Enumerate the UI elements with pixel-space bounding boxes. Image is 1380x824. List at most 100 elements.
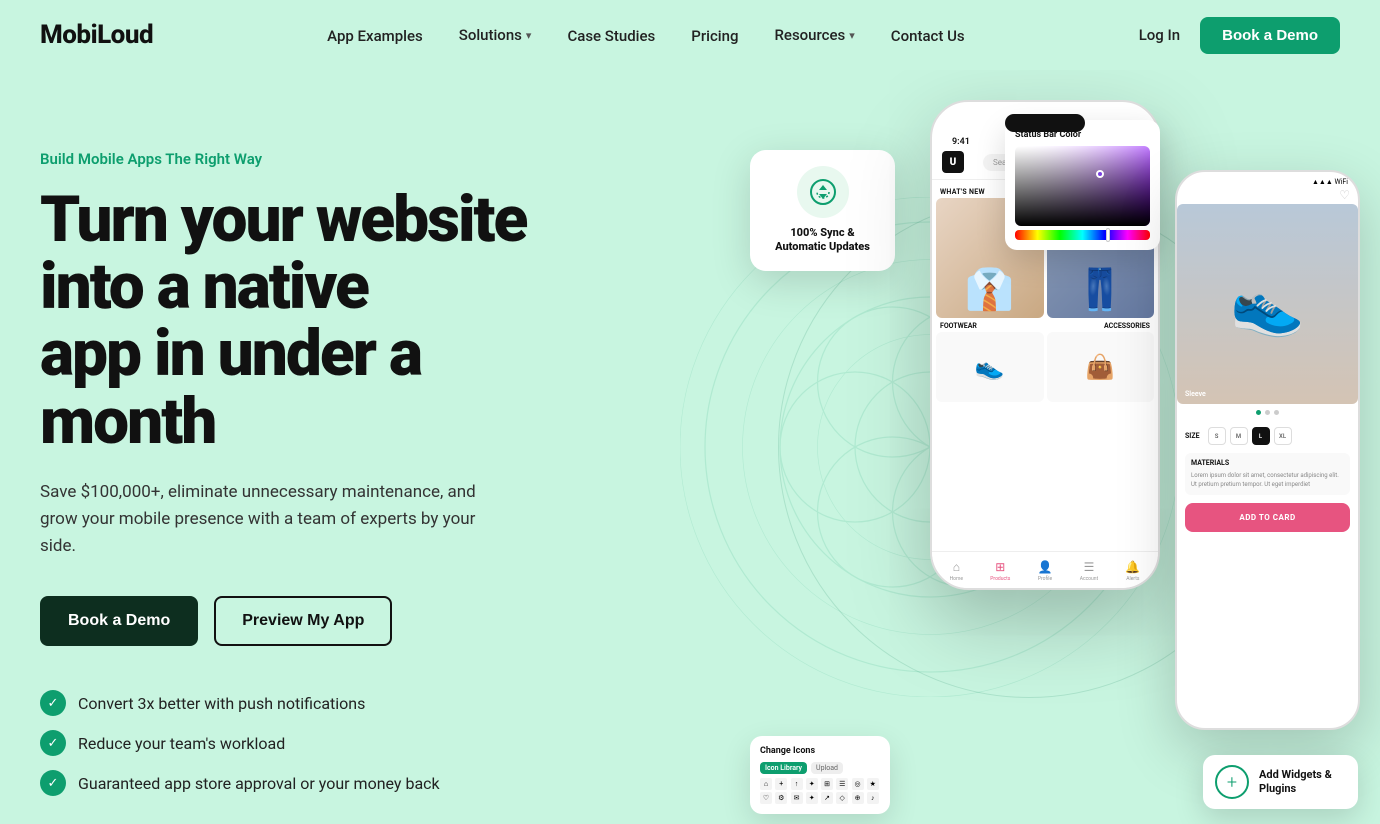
dot-3 <box>1274 410 1279 415</box>
color-spectrum <box>1015 230 1150 240</box>
check-icon-2: ✓ <box>40 730 66 756</box>
feature-label-1: Convert 3x better with push notification… <box>78 694 365 713</box>
products-icon: ⊞ <box>995 560 1005 574</box>
add-to-card-button[interactable]: ADD TO CARD <box>1185 503 1350 532</box>
phone-time: 9:41 <box>952 137 970 147</box>
icon-cell-16: ♪ <box>867 792 879 804</box>
navbar: MobiLoud App Examples Solutions Case Stu… <box>0 0 1380 70</box>
size-xl: XL <box>1274 427 1292 445</box>
nav-home: ⌂ Home <box>950 560 963 582</box>
shoe-tile-2: 👜 <box>1047 332 1155 402</box>
nav-account: ☰ Account <box>1080 560 1099 582</box>
icon-cell-11: ✉ <box>791 792 803 804</box>
hero-tagline: Build Mobile Apps The Right Way <box>40 150 560 168</box>
icon-cell-5: ⊞ <box>821 778 833 790</box>
nav-case-studies[interactable]: Case Studies <box>567 27 655 45</box>
login-link[interactable]: Log In <box>1139 26 1180 44</box>
nav-links: App Examples Solutions Case Studies Pric… <box>327 26 964 45</box>
icon-library-tab[interactable]: Icon Library <box>760 762 807 774</box>
hero-buttons: Book a Demo Preview My App <box>40 596 560 646</box>
phone-content: WHAT'S NEW TOP WEAR FOOTWEAR ACCESSORIES… <box>932 180 1158 406</box>
upload-tab[interactable]: Upload <box>811 762 843 774</box>
feature-label-3: Guaranteed app store approval or your mo… <box>78 774 440 793</box>
accessories-label: ACCESSORIES <box>1104 322 1150 330</box>
feature-item-3: ✓ Guaranteed app store approval or your … <box>40 770 560 796</box>
size-l: L <box>1252 427 1270 445</box>
hero-section: Build Mobile Apps The Right Way Turn you… <box>0 70 1380 824</box>
materials-title: MATERIALS <box>1191 459 1344 467</box>
phone-notch <box>1005 114 1085 132</box>
icon-cell-6: ☰ <box>836 778 848 790</box>
feature-item-2: ✓ Reduce your team's workload <box>40 730 560 756</box>
nav-products: ⊞ Products <box>990 560 1010 582</box>
widgets-title: Add Widgets & Plugins <box>1259 768 1346 797</box>
nav-contact[interactable]: Contact Us <box>891 27 965 45</box>
status-bar-card: Status Bar Color <box>1005 120 1160 250</box>
icon-cell-12: ✦ <box>806 792 818 804</box>
icon-cell-15: ⊕ <box>852 792 864 804</box>
size-s: S <box>1208 427 1226 445</box>
phone2-dots <box>1177 404 1358 421</box>
bg-pattern <box>680 197 1180 697</box>
hero-book-demo-button[interactable]: Book a Demo <box>40 596 198 646</box>
icon-cell-8: ★ <box>867 778 879 790</box>
icon-cell-7: ◎ <box>852 778 864 790</box>
nav-alerts: 🔔 Alerts <box>1125 560 1140 582</box>
hero-features: ✓ Convert 3x better with push notificati… <box>40 690 560 796</box>
hero-preview-app-button[interactable]: Preview My App <box>214 596 392 646</box>
phone-grid: TOP WEAR <box>936 198 1154 318</box>
sync-card: 100% Sync & Automatic Updates <box>750 150 895 271</box>
phone-grid-shoes: 👟 👜 <box>936 332 1154 402</box>
sync-card-title: 100% Sync & Automatic Updates <box>766 226 879 255</box>
nav-book-demo-button[interactable]: Book a Demo <box>1200 17 1340 54</box>
materials-text: Lorem ipsum dolor sit amet, consectetur … <box>1191 471 1344 489</box>
footwear-label: FOOTWEAR <box>940 322 977 330</box>
icons-tab-row: Icon Library Upload <box>760 762 880 774</box>
heart-icon: ♡ <box>1339 188 1350 202</box>
logo[interactable]: MobiLoud <box>40 20 153 50</box>
icon-cell-9: ♡ <box>760 792 772 804</box>
dot-2 <box>1265 410 1270 415</box>
whats-new-label: WHAT'S NEW <box>936 184 1154 198</box>
size-row: SIZE S M L XL <box>1185 421 1350 449</box>
phone2-hero-image: 👟 Sleeve <box>1177 204 1358 404</box>
phone-bottom-nav: ⌂ Home ⊞ Products 👤 Profile ☰ Account 🔔 <box>932 551 1158 588</box>
icon-cell-1: ⌂ <box>760 778 772 790</box>
hero-visual: 100% Sync & Automatic Updates 9:41 ●●● U… <box>680 70 1380 824</box>
phone-top-bar: U Search shoes <box>932 147 1158 180</box>
icon-cell-2: + <box>775 778 787 790</box>
hero-title-line2: app in under a month <box>40 316 421 458</box>
icon-cell-3: ↑ <box>791 778 803 790</box>
color-picker <box>1015 146 1150 226</box>
alerts-icon: 🔔 <box>1125 560 1140 574</box>
phone-signal: ●●● <box>1122 136 1138 147</box>
hero-title-line1: Turn your website into a native <box>40 182 526 324</box>
nav-actions: Log In Book a Demo <box>1139 17 1340 54</box>
nav-app-examples[interactable]: App Examples <box>327 27 423 45</box>
plus-icon: + <box>1215 765 1249 799</box>
phone2-size-section: SIZE S M L XL MATERIALS Lorem ipsum dolo… <box>1177 421 1358 532</box>
nav-solutions[interactable]: Solutions <box>459 26 532 44</box>
phone-status-bar: 9:41 ●●● <box>932 130 1158 147</box>
materials-section: MATERIALS Lorem ipsum dolor sit amet, co… <box>1185 453 1350 495</box>
hero-subtitle: Save $100,000+, eliminate unnecessary ma… <box>40 479 500 561</box>
hero-title: Turn your website into a native app in u… <box>40 186 560 455</box>
icon-cell-10: ⚙ <box>775 792 787 804</box>
size-label: SIZE <box>1185 432 1200 440</box>
phone-search: Search shoes <box>983 154 1113 171</box>
phone-brand-logo: U <box>942 151 964 173</box>
icons-card-header: Change Icons <box>760 746 880 756</box>
phone2-status: ▲▲▲ WiFi <box>1177 172 1358 186</box>
feature-label-2: Reduce your team's workload <box>78 734 285 753</box>
phone-man-image <box>936 198 1044 318</box>
phone-secondary: ▲▲▲ WiFi ♡ 👟 Sleeve SIZE S M <box>1175 170 1360 730</box>
nav-pricing[interactable]: Pricing <box>691 27 738 45</box>
nav-resources[interactable]: Resources <box>774 26 854 44</box>
add-widgets-card: + Add Widgets & Plugins <box>1203 755 1358 809</box>
dot-1 <box>1256 410 1261 415</box>
phone-pants-image: TOP WEAR <box>1047 198 1155 318</box>
sync-icon <box>797 166 849 218</box>
top-wear-label: TOP WEAR <box>1052 203 1088 212</box>
icon-cell-13: ↗ <box>821 792 833 804</box>
icon-cell-4: ✦ <box>806 778 818 790</box>
